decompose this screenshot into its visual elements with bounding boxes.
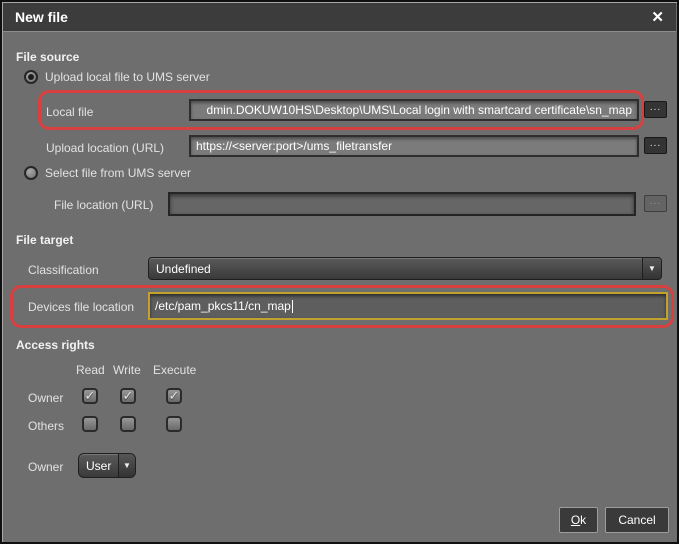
radio-select-label: Select file from UMS server <box>45 166 191 180</box>
file-target-section-label: File target <box>16 233 73 247</box>
local-file-value: dmin.DOKUW10HS\Desktop\UMS\Local login w… <box>207 103 632 117</box>
devices-file-location-input[interactable]: /etc/pam_pkcs11/cn_map <box>148 292 668 320</box>
dialog-title: New file <box>15 9 68 25</box>
others-row-label: Others <box>28 419 64 433</box>
cancel-button[interactable]: Cancel <box>605 507 669 533</box>
column-header-read: Read <box>76 363 105 377</box>
devices-file-location-label: Devices file location <box>28 300 134 314</box>
owner-dropdown-value: User <box>86 459 111 473</box>
upload-location-browse-button[interactable]: ... <box>644 137 667 154</box>
checkbox-owner-write[interactable]: ✓ <box>120 388 136 404</box>
column-header-execute: Execute <box>153 363 196 377</box>
local-file-label: Local file <box>46 105 93 119</box>
upload-location-value: https://<server:port>/ums_filetransfer <box>196 139 392 153</box>
upload-location-input[interactable]: https://<server:port>/ums_filetransfer <box>189 135 639 157</box>
classification-dropdown[interactable]: Undefined ▼ <box>148 257 662 280</box>
checkbox-owner-execute[interactable]: ✓ <box>166 388 182 404</box>
check-icon: ✓ <box>169 390 180 402</box>
text-cursor <box>292 300 293 313</box>
devices-file-location-value: /etc/pam_pkcs11/cn_map <box>155 299 291 313</box>
ok-button[interactable]: Ok <box>559 507 598 533</box>
cancel-button-label: Cancel <box>618 513 655 527</box>
classification-label: Classification <box>28 263 99 277</box>
radio-button-icon[interactable] <box>24 70 38 84</box>
radio-upload-label: Upload local file to UMS server <box>45 70 210 84</box>
file-location-browse-button: ... <box>644 195 667 212</box>
column-header-write: Write <box>113 363 141 377</box>
checkbox-owner-read[interactable]: ✓ <box>82 388 98 404</box>
radio-upload-local-file[interactable]: Upload local file to UMS server <box>24 70 210 84</box>
owner-dropdown[interactable]: User ▼ <box>78 453 136 478</box>
chevron-down-icon[interactable]: ▼ <box>642 258 661 279</box>
owner-row-label: Owner <box>28 391 63 405</box>
local-file-browse-button[interactable]: ... <box>644 101 667 118</box>
access-rights-section-label: Access rights <box>16 338 95 352</box>
checkbox-others-execute[interactable] <box>166 416 182 432</box>
local-file-input[interactable]: dmin.DOKUW10HS\Desktop\UMS\Local login w… <box>189 99 639 121</box>
owner-select-label: Owner <box>28 460 63 474</box>
checkbox-others-write[interactable] <box>120 416 136 432</box>
file-source-section-label: File source <box>16 50 79 64</box>
check-icon: ✓ <box>85 390 96 402</box>
upload-location-label: Upload location (URL) <box>46 141 164 155</box>
chevron-down-icon[interactable]: ▼ <box>118 454 135 477</box>
close-icon: ✕ <box>651 9 664 26</box>
checkbox-others-read[interactable] <box>82 416 98 432</box>
file-location-input <box>168 192 636 216</box>
classification-value: Undefined <box>156 262 211 276</box>
radio-select-from-ums[interactable]: Select file from UMS server <box>24 166 191 180</box>
dialog-titlebar[interactable]: New file ✕ <box>3 3 676 32</box>
close-button[interactable]: ✕ <box>651 10 664 25</box>
check-icon: ✓ <box>123 390 134 402</box>
dropdown-arrow-glyph: ▼ <box>648 264 656 273</box>
radio-button-icon[interactable] <box>24 166 38 180</box>
dropdown-arrow-glyph: ▼ <box>123 461 131 470</box>
ok-button-label: Ok <box>571 513 586 527</box>
file-location-label: File location (URL) <box>54 198 153 212</box>
new-file-dialog: New file ✕ File source Upload local file… <box>0 0 679 544</box>
